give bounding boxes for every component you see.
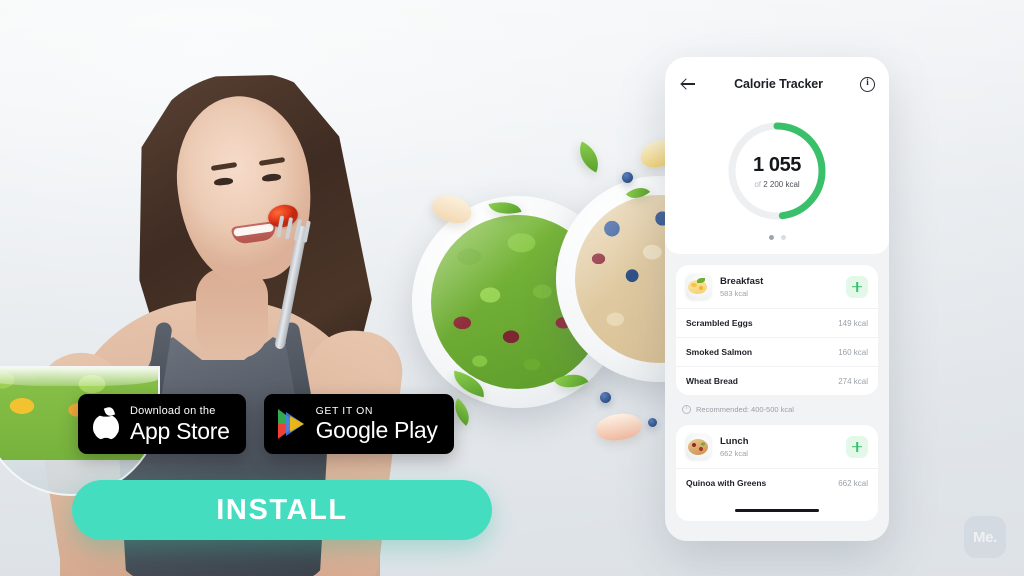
calorie-goal: of 2 200 kcal: [754, 180, 799, 189]
meal-name: Breakfast: [720, 275, 764, 287]
info-circle-icon-small: [682, 404, 691, 414]
home-indicator: [735, 509, 819, 513]
app-store-badge-big: App Store: [130, 417, 230, 444]
blueberry: [600, 392, 611, 403]
store-badges: Download on the App Store GET IT ON Goog…: [78, 394, 454, 454]
install-button[interactable]: INSTALL: [72, 480, 492, 540]
add-food-button-breakfast[interactable]: [846, 275, 868, 298]
google-play-icon: [277, 409, 306, 439]
bowl-rim: [0, 368, 158, 386]
blueberry: [622, 172, 633, 183]
recommended-note-text: Recommended: 400-500 kcal: [696, 405, 794, 414]
calorie-goal-prefix: of: [754, 179, 761, 189]
app-store-badge[interactable]: Download on the App Store: [78, 394, 246, 454]
google-play-badge[interactable]: GET IT ON Google Play: [263, 394, 454, 454]
calorie-value: 1 055: [752, 153, 802, 176]
food-row[interactable]: Quinoa with Greens 662 kcal: [676, 468, 878, 497]
meal-name: Lunch: [720, 435, 749, 447]
food-name: Smoked Salmon: [686, 347, 753, 357]
app-header: Calorie Tracker: [665, 57, 889, 111]
arrow-left-icon[interactable]: [679, 75, 697, 93]
food-row[interactable]: Scrambled Eggs 149 kcal: [676, 308, 878, 337]
meal-kcal: 662 kcal: [720, 448, 748, 458]
add-food-button-lunch[interactable]: [846, 435, 868, 458]
page-dot-2[interactable]: [780, 235, 786, 240]
calorie-ring: 1 055 of 2 200 kcal: [723, 117, 831, 225]
teeth: [233, 223, 274, 237]
meal-card-lunch: Lunch 662 kcal Quinoa with Greens 662 kc…: [676, 425, 878, 522]
meal-list: Breakfast 583 kcal Scrambled Eggs 149 kc…: [665, 254, 889, 541]
calorie-ring-card: 1 055 of 2 200 kcal: [665, 111, 889, 254]
meal-header[interactable]: Breakfast 583 kcal: [676, 265, 878, 308]
food-kcal: 149 kcal: [838, 318, 868, 328]
food-kcal: 662 kcal: [838, 478, 868, 488]
neck: [196, 268, 268, 358]
pasta-bowl-thumb: [686, 434, 711, 459]
food-name: Scrambled Eggs: [686, 318, 753, 328]
info-circle-icon[interactable]: [860, 76, 875, 92]
meal-header[interactable]: Lunch 662 kcal: [676, 425, 878, 468]
page-dots: [665, 235, 889, 240]
food-name: Quinoa with Greens: [686, 478, 767, 488]
google-play-badge-small: GET IT ON: [315, 404, 374, 417]
watermark-logo: Me.: [964, 516, 1006, 558]
food-kcal: 160 kcal: [838, 347, 868, 357]
food-row[interactable]: Wheat Bread 274 kcal: [676, 366, 878, 395]
meal-kcal: 583 kcal: [720, 288, 748, 298]
apple-icon: [92, 407, 120, 441]
recommended-note: Recommended: 400-500 kcal: [676, 395, 878, 414]
meal-card-breakfast: Breakfast 583 kcal Scrambled Eggs 149 kc…: [676, 265, 878, 395]
food-kcal: 274 kcal: [838, 376, 868, 386]
google-play-badge-big: Google Play: [315, 417, 438, 444]
phone-mockup: Calorie Tracker 1 055 of 2 200 kcal: [665, 57, 889, 541]
promo-screenshot: Download on the App Store GET IT ON Goog…: [0, 0, 1024, 576]
calorie-goal-value: 2 200 kcal: [763, 179, 800, 189]
scrambled-eggs-thumb: [686, 274, 711, 299]
food-row[interactable]: Smoked Salmon 160 kcal: [676, 337, 878, 366]
app-store-badge-small: Download on the: [130, 404, 216, 417]
page-dot-1[interactable]: [768, 235, 774, 240]
blueberry: [648, 418, 657, 427]
food-name: Wheat Bread: [686, 376, 738, 386]
page-title: Calorie Tracker: [734, 77, 823, 91]
